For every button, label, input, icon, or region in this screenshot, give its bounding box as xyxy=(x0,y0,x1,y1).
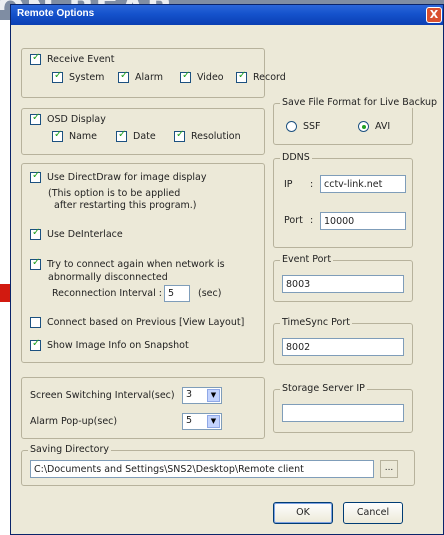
receive-event-group: Receive Event System Alarm Video Record xyxy=(21,48,286,98)
name-checkbox[interactable]: Name xyxy=(52,129,98,142)
checkbox-icon xyxy=(30,227,41,240)
chevron-down-icon[interactable]: ▼ xyxy=(207,415,220,428)
saving-directory-title: Saving Directory xyxy=(28,444,111,455)
event-port-input[interactable]: 8003 xyxy=(282,275,404,293)
timesync-port-title: TimeSync Port xyxy=(280,317,352,328)
event-port-group: Event Port 8003 xyxy=(273,254,413,302)
direct-draw-checkbox[interactable]: Use DirectDraw for image display xyxy=(30,170,207,183)
checkbox-icon xyxy=(118,70,129,83)
system-checkbox[interactable]: System xyxy=(52,70,105,83)
port-label: Port xyxy=(284,215,303,226)
alarm-checkbox[interactable]: Alarm xyxy=(118,70,163,83)
alarm-label: Alarm xyxy=(135,72,163,83)
port-input[interactable]: 10000 xyxy=(320,212,406,230)
checkbox-icon xyxy=(52,70,63,83)
reconnect-label-line1: Try to connect again when network is xyxy=(47,259,225,270)
date-label: Date xyxy=(133,131,156,142)
saving-directory-input[interactable]: C:\Documents and Settings\SNS2\Desktop\R… xyxy=(30,460,374,478)
ssf-radio[interactable]: SSF xyxy=(286,121,321,132)
checkbox-icon xyxy=(30,257,41,270)
name-label: Name xyxy=(69,131,98,142)
screen-switching-select[interactable]: 3 ▼ xyxy=(182,387,222,404)
ddns-group: DDNS IP : cctv-link.net Port : 10000 xyxy=(273,152,413,248)
alarm-popup-value: 5 xyxy=(186,415,193,426)
timesync-port-group: TimeSync Port 8002 xyxy=(273,317,413,365)
video-checkbox[interactable]: Video xyxy=(180,70,224,83)
show-image-info-label: Show Image Info on Snapshot xyxy=(47,340,189,351)
receive-event-label: Receive Event xyxy=(47,54,115,65)
connect-previous-checkbox[interactable]: Connect based on Previous [View Layout] xyxy=(30,317,244,328)
reconnect-checkbox[interactable]: Try to connect again when network is xyxy=(30,257,225,270)
checkbox-icon xyxy=(52,129,63,142)
show-image-info-checkbox[interactable]: Show Image Info on Snapshot xyxy=(30,338,189,351)
screen-switching-value: 3 xyxy=(186,389,193,400)
alarm-popup-label: Alarm Pop-up(sec) xyxy=(30,416,118,427)
avi-label: AVI xyxy=(375,121,391,132)
checkbox-icon xyxy=(180,70,191,83)
reconnect-interval-label: Reconnection Interval : xyxy=(52,288,162,299)
chevron-down-icon[interactable]: ▼ xyxy=(207,389,220,402)
reconnect-unit-label: (sec) xyxy=(198,288,222,299)
alarm-popup-select[interactable]: 5 ▼ xyxy=(182,413,222,430)
osd-display-group: OSD Display Name Date Resolution xyxy=(21,108,265,155)
event-port-title: Event Port xyxy=(280,254,334,265)
connect-previous-label: Connect based on Previous [View Layout] xyxy=(47,317,245,328)
ssf-label: SSF xyxy=(303,121,321,132)
cancel-button[interactable]: Cancel xyxy=(343,502,403,524)
storage-server-title: Storage Server IP xyxy=(280,383,367,394)
port-colon: : xyxy=(310,215,314,226)
record-checkbox[interactable]: Record xyxy=(236,70,286,83)
ip-label: IP xyxy=(284,179,293,190)
deinterlace-checkbox[interactable]: Use DeInterlace xyxy=(30,227,123,240)
save-format-title: Save File Format for Live Backup xyxy=(280,97,440,108)
receive-event-checkbox[interactable]: Receive Event xyxy=(30,52,115,65)
title-bar[interactable]: Remote Options X xyxy=(11,5,443,25)
reconnect-interval-input[interactable]: 5 xyxy=(164,285,190,302)
checkbox-icon xyxy=(30,52,41,65)
direct-draw-label: Use DirectDraw for image display xyxy=(47,172,207,183)
osd-display-checkbox[interactable]: OSD Display xyxy=(30,112,106,125)
system-label: System xyxy=(69,72,105,83)
checkbox-icon xyxy=(116,129,127,142)
storage-server-input[interactable] xyxy=(282,404,404,422)
window-title: Remote Options xyxy=(17,8,95,19)
record-label: Record xyxy=(253,72,286,83)
checkbox-icon xyxy=(236,70,247,83)
reconnect-label-line2: abnormally disconnected xyxy=(48,272,168,283)
ip-input[interactable]: cctv-link.net xyxy=(320,175,406,193)
resolution-checkbox[interactable]: Resolution xyxy=(174,129,241,142)
direct-draw-note-line1: (This option is to be applied xyxy=(48,188,181,199)
direct-draw-note-line2: after restarting this program.) xyxy=(54,200,197,211)
checkbox-icon xyxy=(30,112,41,125)
date-checkbox[interactable]: Date xyxy=(116,129,156,142)
radio-icon xyxy=(286,121,297,132)
ok-button[interactable]: OK xyxy=(273,502,333,524)
video-label: Video xyxy=(197,72,224,83)
remote-options-dialog: Remote Options X Receive Event System Al… xyxy=(10,4,444,535)
ddns-title: DDNS xyxy=(280,152,312,163)
osd-display-label: OSD Display xyxy=(47,114,106,125)
checkbox-icon xyxy=(30,338,41,351)
resolution-label: Resolution xyxy=(191,131,241,142)
intervals-group: Screen Switching Interval(sec) 3 ▼ Alarm… xyxy=(21,377,265,439)
display-options-group: Use DirectDraw for image display (This o… xyxy=(21,163,265,363)
screen-switching-label: Screen Switching Interval(sec) xyxy=(30,390,175,401)
checkbox-icon xyxy=(30,317,41,328)
radio-icon xyxy=(358,121,369,132)
close-button[interactable]: X xyxy=(426,7,442,23)
deinterlace-label: Use DeInterlace xyxy=(47,229,123,240)
checkbox-icon xyxy=(30,170,41,183)
saving-directory-group: Saving Directory C:\Documents and Settin… xyxy=(21,444,415,486)
browse-button[interactable]: ... xyxy=(380,460,398,478)
timesync-port-input[interactable]: 8002 xyxy=(282,338,404,356)
save-format-group: Save File Format for Live Backup SSF AVI xyxy=(273,97,440,145)
ip-colon: : xyxy=(310,179,314,190)
storage-server-group: Storage Server IP xyxy=(273,383,413,433)
checkbox-icon xyxy=(174,129,185,142)
avi-radio[interactable]: AVI xyxy=(358,121,390,132)
